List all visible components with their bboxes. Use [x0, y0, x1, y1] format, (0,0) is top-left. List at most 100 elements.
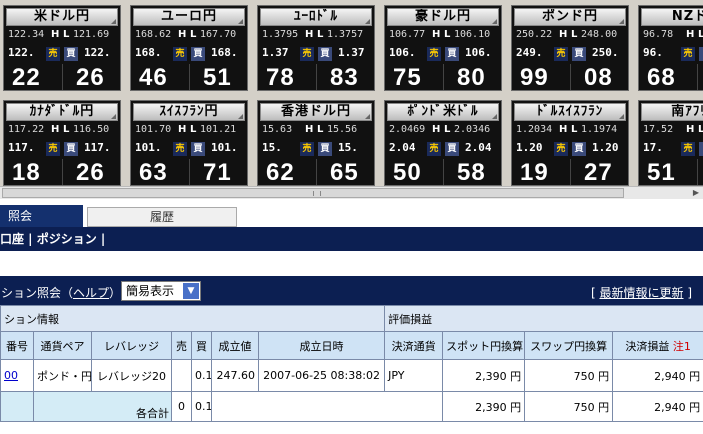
- sell-button[interactable]: 売: [300, 47, 314, 61]
- tile-ask-short: 15.: [338, 141, 358, 154]
- tile-ask-pips[interactable]: 80: [457, 64, 486, 92]
- tile-price-row: 17. 売: [641, 141, 703, 157]
- display-mode-select[interactable]: 簡易表示 ▼: [121, 281, 201, 301]
- rate-tile[interactable]: ﾄﾞﾙｽｲｽﾌﾗﾝ 1.2034 H L 1.1974 1.20 売買 1.20 19 27: [511, 100, 629, 186]
- tile-ask-short: 250.: [592, 46, 619, 59]
- tile-ask-pips[interactable]: 83: [330, 64, 359, 92]
- buy-button[interactable]: 買: [64, 47, 78, 61]
- tile-hilo: 117.22 H L 116.50: [6, 123, 118, 139]
- rate-tile[interactable]: 豪ドル円 106.77 H L 106.10 106. 売買 106. 75 80: [384, 5, 502, 91]
- buy-button[interactable]: 買: [191, 47, 205, 61]
- buy-button[interactable]: [699, 47, 703, 61]
- sell-button[interactable]: 売: [554, 142, 568, 156]
- buy-button[interactable]: 買: [445, 142, 459, 156]
- rate-tile[interactable]: ｽｲｽﾌﾗﾝ円 101.70 H L 101.21 101. 売買 101. 63 71: [130, 100, 248, 186]
- sell-button[interactable]: 売: [46, 142, 60, 156]
- tile-hilo: 101.70 H L 101.21: [133, 123, 245, 139]
- tile-high-value: 1.3795: [262, 29, 299, 40]
- buy-button[interactable]: 買: [572, 47, 586, 61]
- buy-button[interactable]: 買: [445, 47, 459, 61]
- tile-bid-pips[interactable]: 22: [12, 64, 41, 92]
- tile-low-value: 1.3757: [327, 29, 364, 40]
- buy-button[interactable]: [699, 142, 703, 156]
- tile-bid-pips[interactable]: 46: [139, 64, 168, 92]
- help-link[interactable]: ヘルプ: [73, 286, 109, 300]
- horizontal-scrollbar[interactable]: ▶: [0, 186, 703, 199]
- low-label: L: [444, 29, 451, 40]
- tile-price-row: 2.04 売買 2.04: [387, 141, 499, 157]
- tile-bid-pips[interactable]: 50: [393, 159, 422, 186]
- rate-tile[interactable]: ユーロ円 168.62 H L 167.70 168. 売買 168. 46 51: [130, 5, 248, 91]
- sell-button[interactable]: 売: [173, 142, 187, 156]
- tile-high-value: 122.34: [8, 29, 45, 40]
- rate-tile[interactable]: ﾎﾟﾝﾄﾞ米ﾄﾞﾙ 2.0469 H L 2.0346 2.04 売買 2.04 50 58: [384, 100, 502, 186]
- sell-button[interactable]: 売: [554, 47, 568, 61]
- buy-button[interactable]: 買: [318, 142, 332, 156]
- refresh-link[interactable]: 最新情報に更新: [599, 286, 683, 300]
- rate-tile[interactable]: 南ｱﾌﾘｶﾗ 17.52 HL 17. 売 51: [638, 100, 703, 186]
- tile-bid-pips[interactable]: 62: [266, 159, 295, 186]
- tile-bid-pips[interactable]: 78: [266, 64, 295, 92]
- sell-button[interactable]: 売: [300, 142, 314, 156]
- high-label: H: [305, 29, 314, 40]
- low-label: L: [63, 29, 70, 40]
- cell-datetime: 2007-06-25 08:38:02: [257, 359, 386, 392]
- tile-ask-pips[interactable]: 08: [584, 64, 613, 92]
- sell-button[interactable]: 売: [427, 47, 441, 61]
- tile-ask-pips[interactable]: 26: [76, 64, 105, 92]
- buy-button[interactable]: 買: [191, 142, 205, 156]
- table-header-row: 番号 通貨ペア レバレッジ 売 買 成立値 成立日時 決済通貨 スポット円換算 …: [0, 331, 703, 360]
- tile-ask-pips[interactable]: 51: [203, 64, 232, 92]
- tile-bid-short: 15.: [262, 141, 282, 154]
- sell-button[interactable]: 売: [427, 142, 441, 156]
- tile-price-row: 15. 売買 15.: [260, 141, 372, 157]
- rate-tile[interactable]: ｶﾅﾀﾞﾄﾞﾙ円 117.22 H L 116.50 117. 売買 117. 18 26: [3, 100, 121, 186]
- tile-ask-pips[interactable]: 58: [457, 159, 486, 186]
- tab-history[interactable]: 履歴: [87, 207, 237, 227]
- buy-button[interactable]: 買: [64, 142, 78, 156]
- table-group-row: ション情報 評価損益: [0, 305, 703, 332]
- tab-inquiry[interactable]: 照会: [0, 205, 83, 227]
- tile-ask-pips[interactable]: 27: [584, 159, 613, 186]
- col-spot: スポット円換算: [442, 331, 526, 360]
- buy-button[interactable]: 買: [572, 142, 586, 156]
- tile-price-row: 1.37 売買 1.37: [260, 46, 372, 62]
- tile-price-row: 168. 売買 168.: [133, 46, 245, 62]
- note-1[interactable]: 注1: [673, 340, 691, 353]
- sell-button[interactable]: 売: [681, 47, 695, 61]
- sell-button[interactable]: 売: [46, 47, 60, 61]
- tile-bid-short: 1.37: [262, 46, 289, 59]
- tile-ask-short: 117.: [84, 141, 111, 154]
- tile-hilo: 250.22 H L 248.00: [514, 28, 626, 44]
- rate-tile[interactable]: ﾕｰﾛﾄﾞﾙ 1.3795 H L 1.3757 1.37 売買 1.37 78 83: [257, 5, 375, 91]
- tile-price-row: 122. 売買 122.: [6, 46, 118, 62]
- tile-bid-pips[interactable]: 63: [139, 159, 168, 186]
- corner-icon: [365, 19, 370, 24]
- sell-button[interactable]: 売: [681, 142, 695, 156]
- tile-ask-pips[interactable]: 26: [76, 159, 105, 186]
- tile-bid-pips[interactable]: 99: [520, 64, 549, 92]
- buy-button[interactable]: 買: [318, 47, 332, 61]
- tile-bid-pips[interactable]: 51: [647, 159, 676, 186]
- tile-bid-pips[interactable]: 68: [647, 64, 676, 92]
- rate-tile[interactable]: 香港ドル円 15.63 H L 15.56 15. 売買 15. 62 65: [257, 100, 375, 186]
- sell-button[interactable]: 売: [173, 47, 187, 61]
- tile-bid-pips[interactable]: 75: [393, 64, 422, 92]
- scrollbar-thumb[interactable]: [2, 188, 624, 198]
- tile-title: 香港ドル円: [260, 103, 372, 121]
- rate-tile[interactable]: NZドル 96.78 HL 96. 売 68: [638, 5, 703, 91]
- tile-bid-pips[interactable]: 18: [12, 159, 41, 186]
- rate-tile[interactable]: ポンド円 250.22 H L 248.00 249. 売買 250. 99 08: [511, 5, 629, 91]
- section-title: ション照会（ヘルプ）: [1, 286, 122, 300]
- tile-bid-short: 106.: [389, 46, 416, 59]
- rate-tile[interactable]: 米ドル円 122.34 H L 121.69 122. 売買 122. 22 26: [3, 5, 121, 91]
- chevron-down-icon[interactable]: ▼: [183, 283, 199, 299]
- col-buy: 買: [191, 331, 212, 360]
- position-number-link[interactable]: 00: [4, 369, 18, 382]
- tile-ask-short: 1.20: [592, 141, 619, 154]
- scroll-right-arrow-icon[interactable]: ▶: [691, 187, 701, 198]
- tile-bid-pips[interactable]: 19: [520, 159, 549, 186]
- tile-ask-pips[interactable]: 71: [203, 159, 232, 186]
- high-label: H: [178, 124, 187, 135]
- tile-ask-pips[interactable]: 65: [330, 159, 359, 186]
